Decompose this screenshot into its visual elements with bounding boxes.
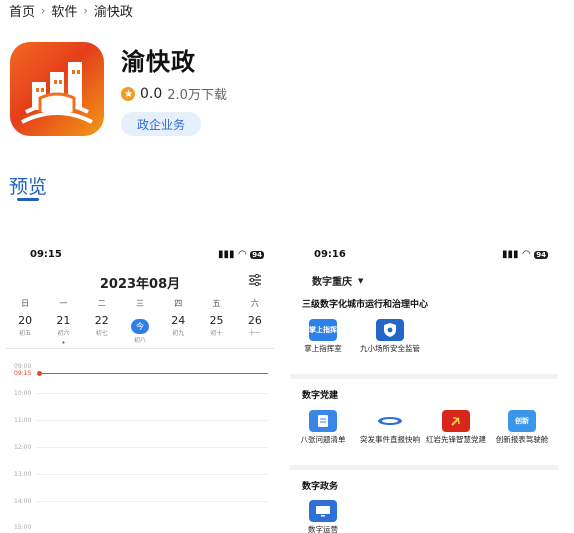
weekday: 六 [250, 299, 259, 308]
event-dot-icon: • [61, 339, 66, 347]
breadcrumb-category[interactable]: 软件 [51, 1, 77, 20]
category-tag[interactable]: 政企业务 [121, 112, 201, 136]
hour-line [36, 393, 268, 394]
preview-underline [17, 198, 39, 201]
app-item[interactable]: 突发事件直报快响 [358, 410, 422, 445]
hour-label: 11:00 [14, 417, 32, 424]
current-time-line [39, 373, 268, 374]
weekday: 日 [21, 299, 30, 308]
date-cell[interactable]: 25 初十 [197, 314, 235, 342]
hour-label: 10:00 [14, 390, 32, 397]
current-time-label: 09:15 [14, 370, 32, 377]
app-item[interactable]: 八张问题清单 [291, 410, 355, 445]
date-cell-today[interactable]: 今初八 [121, 314, 159, 344]
hour-label: 14:00 [14, 498, 32, 505]
divider [6, 348, 274, 349]
breadcrumb: 首页 › 软件 › 渝快政 [9, 1, 133, 20]
hour-label: 12:00 [14, 444, 32, 451]
hour-label: 13:00 [14, 471, 32, 478]
date-row: 20 初五 21 初六 • 22 初七 今初八 24 初九 25 初十 26 十一 [6, 314, 274, 347]
caret-down-icon: ▼ [358, 276, 364, 285]
innovation-report-icon: 创新 [508, 410, 536, 432]
section-divider [290, 374, 558, 379]
section-title: 数字政务 [302, 482, 339, 492]
date-cell[interactable]: 21 初六 • [44, 314, 82, 347]
app-item[interactable]: 数字运营 [291, 500, 355, 533]
status-bar: 09:15 ▮▮▮ ◠ 94 [6, 249, 274, 263]
region-selector[interactable]: 数字重庆 ▼ [312, 273, 364, 289]
chevron-right-icon: › [41, 4, 46, 17]
current-time-dot [37, 371, 42, 376]
app-item[interactable]: 创新 创新报表驾驶舱 [490, 410, 554, 445]
filter-icon[interactable] [248, 274, 262, 286]
weekday: 四 [174, 299, 183, 308]
preview-screenshot-calendar[interactable]: 09:15 ▮▮▮ ◠ 94 2023年08月 日 一 二 三 四 五 六 20… [6, 240, 274, 533]
hour-line [36, 447, 268, 448]
app-title: 渝快政 [121, 48, 196, 76]
app-icon [10, 42, 104, 136]
emergency-report-icon [376, 410, 404, 432]
date-cell[interactable]: 22 初七 [83, 314, 121, 342]
status-bar: 09:16 ▮▮▮ ◠ 94 [290, 249, 558, 263]
battery-icon: 94 [250, 250, 264, 259]
shield-icon [376, 319, 404, 341]
star-icon [121, 86, 135, 101]
weekday-header: 日 一 二 三 四 五 六 [6, 298, 274, 309]
breadcrumb-home[interactable]: 首页 [9, 1, 35, 20]
chevron-right-icon: › [83, 4, 88, 17]
rating-score: 0.0 [140, 85, 163, 102]
weekday: 五 [212, 299, 221, 308]
signal-icon: ▮▮▮ [218, 249, 235, 260]
party-emblem-icon [442, 410, 470, 432]
rating-row: 0.0 2.0万下载 [121, 84, 227, 103]
status-time: 09:15 [30, 249, 62, 260]
weekday: 二 [97, 299, 106, 308]
wifi-icon: ◠ [238, 249, 247, 260]
monitor-icon [309, 500, 337, 522]
hour-line [36, 474, 268, 475]
app-item[interactable]: 掌上指挥 掌上指挥室 [291, 319, 355, 354]
weekday: 一 [59, 299, 68, 308]
date-cell[interactable]: 26 十一 [236, 314, 274, 342]
hour-line [36, 420, 268, 421]
checklist-icon [309, 410, 337, 432]
breadcrumb-current: 渝快政 [93, 5, 133, 20]
calendar-month-title[interactable]: 2023年08月 [6, 273, 274, 292]
battery-icon: 94 [534, 250, 548, 259]
preview-screenshot-apps[interactable]: 09:16 ▮▮▮ ◠ 94 数字重庆 ▼ 三级数字化城市运行和治理中心 掌上指… [290, 240, 558, 533]
section-title: 数字党建 [302, 391, 339, 401]
hour-label: 09:00 [14, 363, 32, 370]
app-item[interactable]: 九小场所安全监管 [358, 319, 422, 354]
section-divider [290, 465, 558, 470]
hour-label: 15:00 [14, 524, 32, 531]
date-cell[interactable]: 24 初九 [159, 314, 197, 342]
section-title: 三级数字化城市运行和治理中心 [302, 300, 429, 310]
date-cell[interactable]: 20 初五 [6, 314, 44, 342]
app-item[interactable]: 红岩先锋智慧党建 [424, 410, 488, 445]
hour-line [36, 501, 268, 502]
wifi-icon: ◠ [522, 249, 531, 260]
command-room-icon: 掌上指挥 [309, 319, 337, 341]
status-time: 09:16 [314, 249, 346, 260]
download-count: 2.0万下载 [167, 88, 227, 103]
weekday: 三 [135, 299, 144, 308]
preview-heading: 预览 [9, 176, 48, 198]
signal-icon: ▮▮▮ [502, 249, 519, 260]
